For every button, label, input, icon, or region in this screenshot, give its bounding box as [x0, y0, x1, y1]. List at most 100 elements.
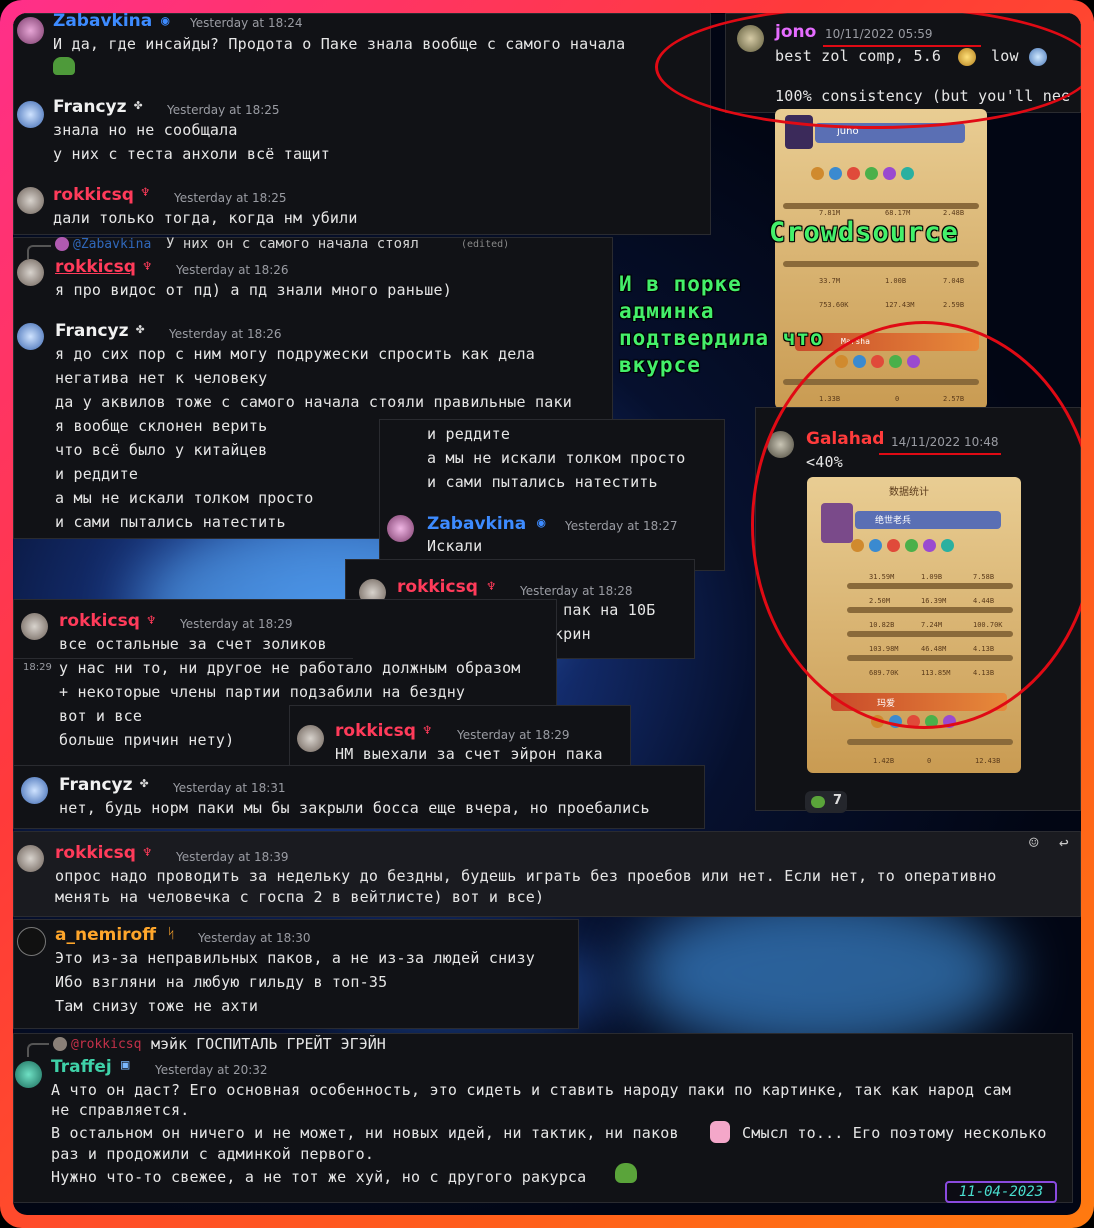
message-text: я до сих пор с ним могу подружески спрос…	[55, 345, 535, 363]
avatar[interactable]	[15, 1061, 42, 1088]
game-stat: 1.42B	[873, 757, 895, 765]
message-rokkicsq-1[interactable]: rokkicsq ♆ Yesterday at 18:25 дали тольк…	[13, 185, 711, 235]
clover-badge-icon: ✤	[134, 97, 143, 113]
reply-connector	[27, 245, 51, 259]
add-reaction-icon[interactable]: ☺	[1029, 833, 1047, 852]
demon-badge-icon: ♆	[141, 185, 150, 201]
game-stat: 0	[927, 757, 932, 765]
message-text: я вообще склонен верить	[55, 417, 268, 435]
timestamp: Yesterday at 18:31	[173, 781, 286, 795]
demon-badge-icon: ♆	[423, 723, 432, 739]
timestamp: Yesterday at 18:25	[167, 103, 280, 117]
reply-avatar	[55, 237, 69, 251]
avatar[interactable]	[17, 927, 46, 956]
date-stamp: 11-04-2023	[945, 1181, 1057, 1203]
frog-emoji-icon	[615, 1163, 637, 1183]
message-text: дали только тогда, когда нм убили	[53, 209, 358, 227]
pepe-emoji-icon	[53, 57, 75, 75]
reaction-pill[interactable]: 7	[805, 791, 847, 813]
username[interactable]: Francyz	[53, 97, 127, 117]
reply-connector	[27, 1043, 49, 1057]
overlay-note-line: вкурсе	[619, 353, 701, 377]
timestamp: Yesterday at 18:30	[198, 931, 311, 945]
verified-badge-icon: ◉	[537, 515, 546, 531]
timestamp: Yesterday at 18:28	[520, 584, 633, 598]
message-text: больше причин нету)	[59, 731, 235, 749]
timestamp: Yesterday at 18:26	[169, 327, 282, 341]
highlight-underline-jono	[823, 45, 981, 47]
game-stat: 1.00B	[885, 277, 907, 285]
avatar[interactable]	[17, 101, 44, 128]
avatar[interactable]	[21, 777, 48, 804]
tiger-badge-icon: ᛋ	[167, 926, 176, 942]
game-stat: 7.04B	[943, 277, 965, 285]
reply-text[interactable]: мэйк ГОСПИТАЛЬ ГРЕЙТ ЭГЭЙН	[151, 1035, 386, 1053]
avatar[interactable]	[17, 259, 44, 286]
message-text: и реддите	[427, 425, 511, 443]
username[interactable]: rokkicsq	[55, 843, 136, 863]
game-stat: 2.59B	[943, 301, 965, 309]
message-text: Это из-за неправильных паков, а не из-за…	[55, 949, 535, 967]
username[interactable]: Francyz	[55, 321, 129, 341]
message-francyz-3[interactable]: Francyz ✤ Yesterday at 18:31 нет, будь н…	[13, 765, 705, 829]
username[interactable]: rokkicsq	[335, 721, 416, 741]
avatar[interactable]	[17, 187, 44, 214]
clover-badge-icon: ✤	[140, 775, 149, 791]
message-traffej[interactable]: @rokkicsq мэйк ГОСПИТАЛЬ ГРЕЙТ ЭГЭЙН Tra…	[13, 1033, 1073, 1203]
chat-collage-canvas: Zabavkina ◉ Yesterday at 18:24 И да, где…	[13, 13, 1081, 1215]
avatar[interactable]	[17, 845, 44, 872]
username[interactable]: rokkicsq	[55, 257, 136, 277]
verified-badge-icon: ◉	[161, 13, 170, 29]
message-text: В остальном он ничего и не может, ни нов…	[51, 1124, 679, 1142]
message-francyz-1[interactable]: Francyz ✤ Yesterday at 18:25 знала но не…	[13, 97, 711, 167]
game-stat: 12.43B	[975, 757, 1001, 765]
timestamp: Yesterday at 18:39	[176, 850, 289, 864]
username[interactable]: rokkicsq	[59, 611, 140, 631]
reply-username[interactable]: @Zabavkina	[73, 237, 151, 252]
message-text: И да, где инсайды? Продота о Паке знала …	[53, 35, 626, 53]
avatar[interactable]	[17, 17, 44, 44]
demon-badge-icon: ♆	[487, 579, 496, 595]
message-rokkicsq-6[interactable]: rokkicsq ♆ Yesterday at 18:39 опрос надо…	[13, 831, 1081, 917]
username[interactable]: Francyz	[59, 775, 133, 795]
game-stat: 7.81M	[819, 209, 841, 217]
username[interactable]: Zabavkina	[427, 514, 526, 534]
username[interactable]: rokkicsq	[53, 185, 134, 205]
message-text: знала но не сообщала	[53, 121, 238, 139]
gradient-frame: Zabavkina ◉ Yesterday at 18:24 И да, где…	[0, 0, 1094, 1228]
demon-badge-icon: ♆	[143, 845, 152, 861]
message-zabavkina-2[interactable]: и реддите а мы не искали толком просто и…	[379, 419, 725, 571]
message-a-nemiroff[interactable]: a_nemiroff ᛋ Yesterday at 18:30 Это из-з…	[13, 919, 579, 1029]
avatar[interactable]	[297, 725, 324, 752]
unicorn-emoji-icon	[710, 1121, 730, 1143]
reply-icon[interactable]: ↩	[1059, 833, 1077, 852]
reaction-count: 7	[833, 793, 843, 808]
hero-row	[811, 167, 971, 185]
side-timestamp: 18:29	[23, 662, 52, 673]
timestamp: Yesterday at 18:27	[565, 519, 678, 533]
game-stat: 753.60K	[819, 301, 849, 309]
message-text: и сами пытались натестить	[55, 513, 286, 531]
message-zabavkina-1[interactable]: Zabavkina ◉ Yesterday at 18:24 И да, где…	[13, 13, 711, 93]
message-rokkicsq-2[interactable]: @Zabavkina У них он с самого начала стоя…	[13, 236, 613, 307]
username[interactable]: rokkicsq	[397, 577, 478, 597]
reply-username[interactable]: @rokkicsq	[71, 1037, 141, 1052]
username[interactable]: Zabavkina	[53, 13, 152, 31]
message-text: Ибо взгляни на любую гильду в топ-35	[55, 973, 388, 991]
edited-label: (edited)	[461, 239, 510, 250]
reply-avatar	[53, 1037, 67, 1051]
avatar[interactable]	[387, 515, 414, 542]
message-text: я про видос от пд) а пд знали много рань…	[55, 281, 452, 299]
username[interactable]: a_nemiroff	[55, 925, 156, 945]
avatar[interactable]	[17, 323, 44, 350]
clover-badge-icon: ✤	[136, 321, 145, 337]
message-text: не справляется.	[51, 1101, 190, 1119]
overlay-note-line: админка	[619, 299, 715, 323]
message-text: раз и продожили с админкой первого.	[51, 1145, 375, 1163]
avatar[interactable]	[21, 613, 48, 640]
message-text: вот и все	[59, 707, 143, 725]
reply-text[interactable]: У них он с самого начала стоял	[166, 236, 419, 252]
username[interactable]: Traffej	[51, 1057, 112, 1077]
highlight-underline-galahad	[879, 453, 1001, 455]
message-text: а мы не искали толком просто	[427, 449, 686, 467]
